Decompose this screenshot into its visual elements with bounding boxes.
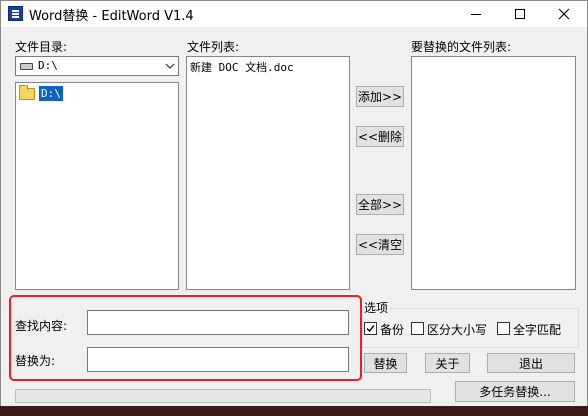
editword-window: Word替换 - EditWord V1.4 文件目录: 文件列表: 要替换的文… bbox=[0, 0, 588, 416]
drive-select[interactable]: D:\ bbox=[15, 56, 179, 76]
app-icon[interactable] bbox=[8, 6, 23, 21]
tree-item-label: D:\ bbox=[38, 85, 64, 102]
whole-word-checkbox[interactable]: 全字匹配 bbox=[497, 321, 565, 337]
minimize-button[interactable] bbox=[454, 1, 498, 27]
maximize-icon bbox=[515, 9, 525, 19]
whole-word-label: 全字匹配 bbox=[513, 323, 562, 337]
drive-icon bbox=[20, 63, 33, 70]
maximize-button[interactable] bbox=[498, 1, 542, 27]
highlight-box bbox=[9, 295, 362, 381]
file-list[interactable]: 新建 DOC 文档.doc bbox=[186, 56, 350, 290]
close-button[interactable] bbox=[542, 1, 586, 27]
folder-icon bbox=[19, 85, 35, 100]
replace-button[interactable]: 替换 bbox=[364, 353, 407, 373]
title-bar[interactable]: Word替换 - EditWord V1.4 bbox=[1, 1, 587, 27]
multi-task-replace-button[interactable]: 多任务替换... bbox=[455, 381, 575, 402]
backup-checkbox[interactable]: 备份 bbox=[364, 321, 404, 337]
desktop-background bbox=[0, 406, 588, 416]
chevron-down-icon bbox=[165, 63, 175, 69]
backup-label: 备份 bbox=[380, 323, 405, 337]
close-icon bbox=[558, 8, 570, 20]
replace-list-label: 要替换的文件列表: bbox=[411, 40, 512, 54]
list-item[interactable]: 新建 DOC 文档.doc bbox=[190, 59, 294, 75]
exit-button[interactable]: 退出 bbox=[487, 353, 575, 373]
add-button[interactable]: 添加>> bbox=[356, 86, 404, 107]
case-sensitive-checkbox[interactable]: 区分大小写 bbox=[411, 321, 489, 337]
case-sensitive-label: 区分大小写 bbox=[427, 323, 488, 337]
add-all-button[interactable]: 全部>> bbox=[356, 194, 404, 215]
window-title: Word替换 - EditWord V1.4 bbox=[29, 9, 194, 24]
minimize-icon bbox=[471, 14, 481, 15]
clear-button[interactable]: <<清空 bbox=[356, 234, 404, 255]
replace-file-list[interactable] bbox=[411, 56, 576, 290]
options-label: 选项 bbox=[364, 299, 391, 316]
checkmark-icon bbox=[366, 325, 375, 333]
directory-tree[interactable]: D:\ bbox=[15, 82, 179, 290]
file-list-label: 文件列表: bbox=[187, 40, 240, 54]
remove-button[interactable]: <<删除 bbox=[356, 126, 404, 147]
progress-bar bbox=[15, 389, 431, 403]
directory-label: 文件目录: bbox=[15, 40, 68, 54]
drive-value: D:\ bbox=[38, 59, 58, 72]
about-button[interactable]: 关于 bbox=[425, 353, 470, 373]
